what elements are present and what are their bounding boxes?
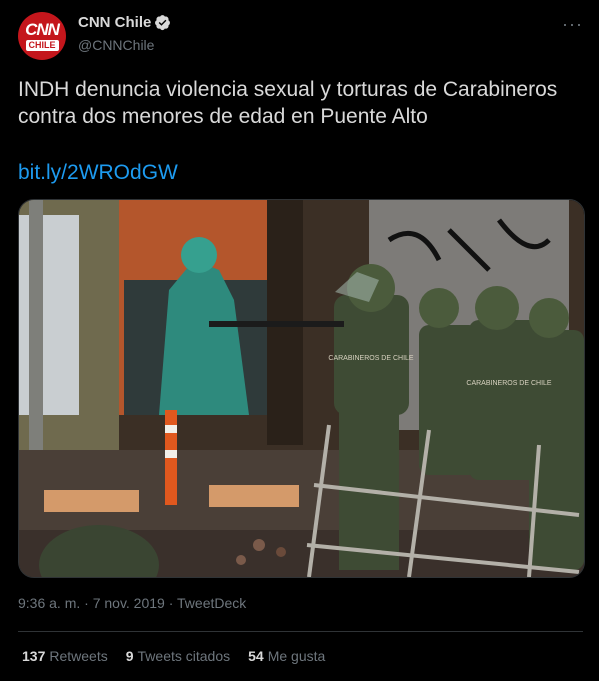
quote-tweets-count: 9: [125, 648, 134, 664]
likes-label: Me gusta: [267, 648, 326, 664]
vest-label-2: CARABINEROS DE CHILE: [466, 380, 552, 387]
retweets-count: 137: [22, 648, 46, 664]
tweet-link[interactable]: bit.ly/2WROdGW: [18, 161, 178, 185]
retweets-label: Retweets: [49, 648, 108, 664]
tweet-photo[interactable]: CARABINEROS DE CHILE CARABINEROS DE CHIL…: [18, 199, 585, 578]
tweet-stats: 137 Retweets 9 Tweets citados 54 Me gusta: [22, 648, 343, 664]
more-options-icon[interactable]: ···: [562, 14, 583, 35]
tweet: CNN CHILE CNN Chile @CNNChile ··· INDH d…: [0, 0, 599, 681]
vest-label: CARABINEROS DE CHILE: [328, 355, 414, 362]
avatar-logo-text: CNN: [25, 20, 60, 39]
tweet-timestamp[interactable]: 9:36 a. m. · 7 nov. 2019 · TweetDeck: [18, 595, 246, 611]
author-name-row[interactable]: CNN Chile: [78, 14, 171, 31]
quote-tweets-stat[interactable]: 9 Tweets citados: [126, 648, 230, 664]
divider-top: [18, 631, 583, 632]
likes-stat[interactable]: 54 Me gusta: [248, 648, 325, 664]
verified-badge-icon: [155, 15, 171, 31]
quote-tweets-label: Tweets citados: [137, 648, 231, 664]
tweet-text: INDH denuncia violencia sexual y tortura…: [18, 78, 558, 128]
likes-count: 54: [248, 648, 264, 664]
avatar-logo-subtext: CHILE: [25, 40, 59, 51]
retweets-stat[interactable]: 137 Retweets: [22, 648, 108, 664]
avatar[interactable]: CNN CHILE: [18, 12, 66, 60]
display-name[interactable]: CNN Chile: [78, 14, 151, 31]
handle[interactable]: @CNNChile: [78, 37, 154, 53]
photo-scene: CARABINEROS DE CHILE CARABINEROS DE CHIL…: [19, 200, 584, 577]
